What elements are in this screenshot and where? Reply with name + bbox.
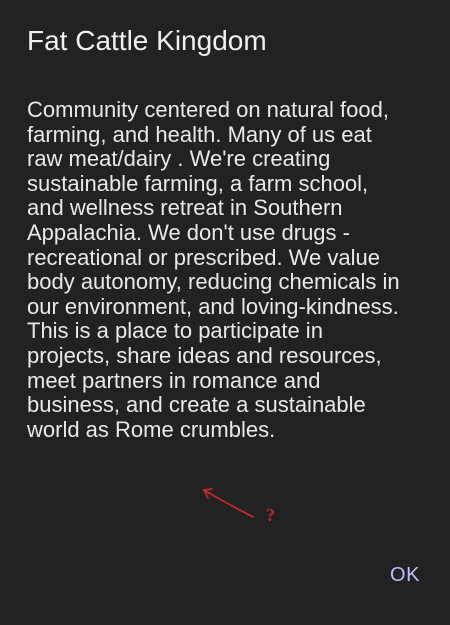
message-line: Community centered on natural food, [27,97,389,122]
message-line: This is a place to participate in [27,318,323,344]
message-line: farming, and health. Many of us eat [27,121,372,147]
message-line: world as Rome crumbles. [27,416,276,442]
dialog-message: Community centered on natural food, farm… [27,97,442,442]
message-line: sustainable farming, a farm school, [27,170,369,196]
ok-button[interactable]: OK [380,560,430,590]
message-line: business, and create a sustainable [27,392,366,418]
message-line: raw meat/dairy . We're creating [27,146,331,172]
message-line: recreational or prescribed. We value [27,244,380,270]
message-line: body autonomy, reducing chemicals in [27,269,400,295]
message-line: projects, share ideas and resources, [27,342,382,368]
message-line: Appalachia. We don't use drugs - [27,219,350,245]
message-line: meet partners in romance and [27,367,321,393]
red-arrow-annotation: ? [203,488,275,525]
arrow-stroke [203,489,254,518]
question-mark: ? [266,505,275,525]
message-line: and wellness retreat in Southern [27,195,343,221]
dialog-title: Fat Cattle Kingdom [27,25,267,56]
message-line: our environment, and loving-kindness. [27,293,399,319]
dialog: Fat Cattle Kingdom Community centered on… [0,0,450,625]
